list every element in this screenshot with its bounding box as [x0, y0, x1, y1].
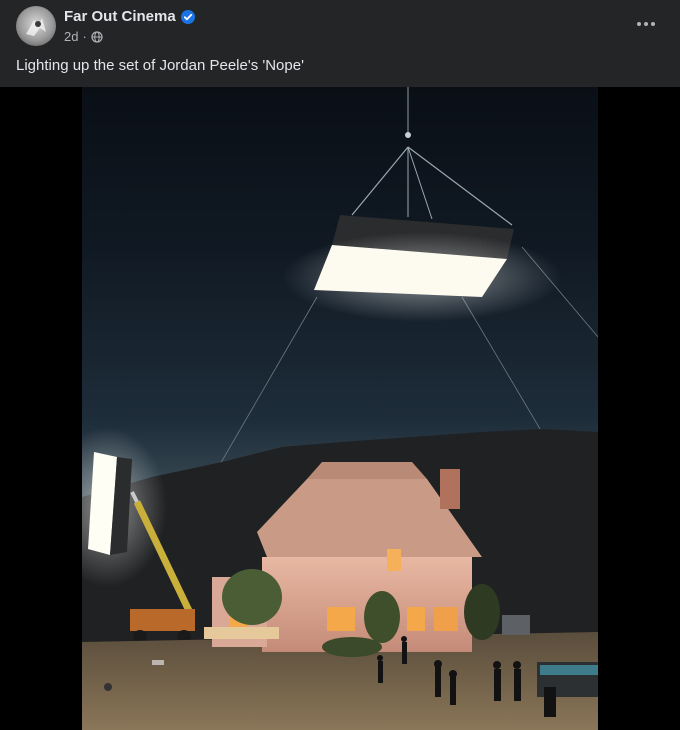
page-name-link[interactable]: Far Out Cinema [64, 8, 195, 25]
meta-separator: · [82, 29, 87, 44]
post-header: Far Out Cinema 2d · [0, 0, 680, 54]
post-media[interactable] [0, 87, 680, 730]
verified-badge-icon [180, 9, 195, 24]
post-timestamp[interactable]: 2d [64, 29, 78, 44]
post-caption: Lighting up the set of Jordan Peele's 'N… [16, 57, 304, 74]
post-meta: 2d · [64, 29, 103, 44]
avatar-logo [26, 18, 46, 36]
globe-icon[interactable] [91, 30, 103, 43]
page-name[interactable]: Far Out Cinema [64, 8, 176, 25]
more-options-button[interactable] [630, 12, 662, 36]
more-options-icon [637, 22, 641, 26]
post-photo[interactable] [82, 87, 598, 730]
page-avatar[interactable] [16, 6, 56, 46]
photo-scene [82, 87, 598, 730]
